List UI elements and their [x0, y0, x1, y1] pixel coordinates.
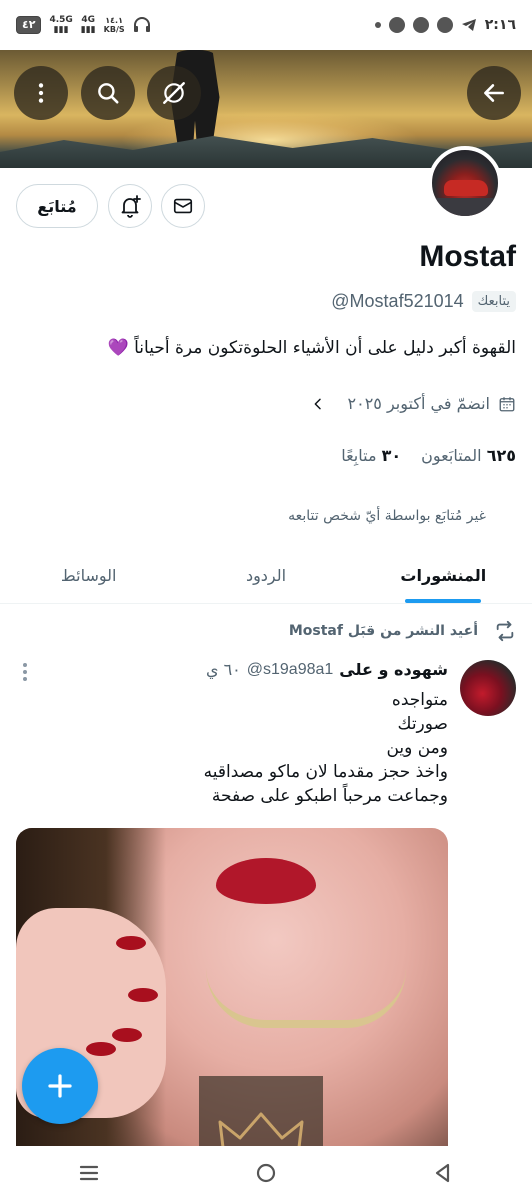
repost-icon — [496, 620, 514, 642]
back-nav-icon[interactable] — [431, 1161, 455, 1185]
image-lips — [216, 858, 316, 904]
network-label-2: 4G — [81, 15, 96, 25]
repost-text: أعيد النشر من قبَل Mostaf — [288, 623, 478, 639]
speed-indicator: ١٤.١ KB/S — [104, 16, 125, 34]
grok-icon — [163, 82, 185, 104]
following-count: ٣٠ — [381, 446, 402, 465]
tweet-author-handle[interactable]: @s19a98a1 — [247, 661, 334, 679]
follows-you-badge: يتابعك — [471, 291, 516, 312]
network-label-1: 4.5G — [49, 15, 73, 25]
speed-value: ١٤.١ — [105, 16, 123, 25]
tweet-time: ٦٠ ي — [205, 660, 241, 679]
image-nail — [116, 936, 146, 950]
more-button[interactable] — [14, 66, 68, 120]
tweet-line: ومن وين — [386, 738, 448, 758]
following-label: متابِعًا — [341, 446, 377, 465]
compose-button[interactable] — [22, 1048, 98, 1124]
followers-count: ٦٢٥ — [486, 446, 516, 465]
image-necklace — [206, 968, 406, 1028]
followers-link[interactable]: ٦٢٥ المتابَعون — [421, 446, 516, 465]
tab-posts-label: المنشورات — [400, 566, 487, 585]
image-nail — [128, 988, 158, 1002]
tweet-line: صورتك — [397, 714, 449, 734]
handle-row: يتابعك @Mostaf521014 — [331, 291, 516, 312]
network-indicator-2: 4G ▮▮▮ — [80, 15, 96, 35]
mail-icon — [173, 198, 193, 214]
status-bar: ٤٢ 4.5G ▮▮▮ 4G ▮▮▮ ١٤.١ KB/S ٢:١٦ — [0, 0, 532, 50]
tweet-image[interactable] — [16, 828, 448, 1200]
profile-name: Mostaf — [419, 240, 516, 273]
tweet-line: واخذ حجز مقدما لان ماكو مصداقيه — [203, 762, 448, 782]
home-icon[interactable] — [254, 1161, 278, 1185]
recent-apps-icon[interactable] — [77, 1161, 101, 1185]
following-link[interactable]: ٣٠ متابِعًا — [341, 446, 401, 465]
tab-posts[interactable]: المنشورات — [355, 548, 532, 603]
status-left: ٤٢ 4.5G ▮▮▮ 4G ▮▮▮ ١٤.١ KB/S — [16, 15, 151, 35]
messenger-icon — [436, 17, 453, 33]
telegram-icon — [461, 19, 476, 31]
tweet-text: متواجده صورتك ومن وين واخذ حجز مقدما لان… — [28, 688, 448, 808]
battery-indicator: ٤٢ — [16, 16, 42, 34]
tab-media[interactable]: الوسائط — [0, 548, 177, 603]
status-time: ٢:١٦ — [484, 17, 516, 33]
image-nail — [86, 1042, 116, 1056]
more-vertical-icon — [23, 663, 27, 681]
notifications-button[interactable] — [108, 184, 152, 228]
profile-tabs: المنشورات الردود الوسائط — [0, 548, 532, 604]
speed-unit: KB/S — [103, 25, 125, 34]
profile-bio: القهوة أكبر دليل على أن الأشياء الحلوةتك… — [107, 338, 516, 358]
image-nail — [112, 1028, 142, 1042]
tweet-author-avatar[interactable] — [460, 660, 516, 716]
joined-row[interactable]: انضمّ في أكتوبر ٢٠٢٥ — [310, 394, 516, 413]
chat-icon — [388, 17, 405, 33]
grok-button[interactable] — [147, 66, 201, 120]
joined-date: انضمّ في أكتوبر ٢٠٢٥ — [347, 394, 490, 413]
profile-avatar[interactable] — [428, 146, 502, 220]
network-indicator-1: 4.5G ▮▮▮ — [49, 15, 73, 35]
not-followed-note: غير مُتابَع بواسطة أيّ شخص تتابعه — [288, 508, 486, 524]
chevron-left-icon — [314, 398, 321, 409]
back-button[interactable] — [467, 66, 521, 120]
tab-replies-label: الردود — [245, 566, 287, 585]
bell-plus-icon — [121, 195, 141, 218]
avatar-car — [444, 180, 488, 196]
calendar-icon — [499, 396, 515, 411]
headphones-icon — [133, 17, 150, 32]
system-nav-bar — [0, 1146, 532, 1200]
tweet-more-button[interactable] — [22, 662, 28, 687]
tweet-line: متواجده — [391, 690, 448, 710]
tweet-author-name[interactable]: شهوده و على — [339, 660, 448, 679]
arrow-left-icon — [484, 84, 504, 102]
notification-dot-icon — [374, 22, 381, 28]
tab-media-label: الوسائط — [60, 566, 117, 585]
follow-stats: ٦٢٥ المتابَعون ٣٠ متابِعًا — [341, 446, 516, 465]
repost-context[interactable]: أعيد النشر من قبَل Mostaf — [289, 620, 516, 642]
avatar-road — [432, 198, 498, 216]
snapchat-icon — [412, 17, 429, 33]
tweet-line: وجماعت مرحباً اطبكو على صفحة — [211, 786, 448, 806]
active-tab-indicator — [405, 599, 482, 603]
more-vertical-icon — [38, 83, 44, 103]
plus-icon — [48, 1074, 72, 1098]
status-right: ٢:١٦ — [374, 17, 516, 33]
followers-label: المتابَعون — [421, 446, 482, 465]
search-button[interactable] — [81, 66, 135, 120]
message-button[interactable] — [161, 184, 205, 228]
tweet-header: شهوده و على @s19a98a1 ٦٠ ي — [206, 660, 448, 679]
search-icon — [98, 83, 119, 104]
tab-replies[interactable]: الردود — [177, 548, 354, 603]
profile-handle: @Mostaf521014 — [331, 291, 464, 311]
following-button[interactable]: مُتابَع — [16, 184, 98, 228]
